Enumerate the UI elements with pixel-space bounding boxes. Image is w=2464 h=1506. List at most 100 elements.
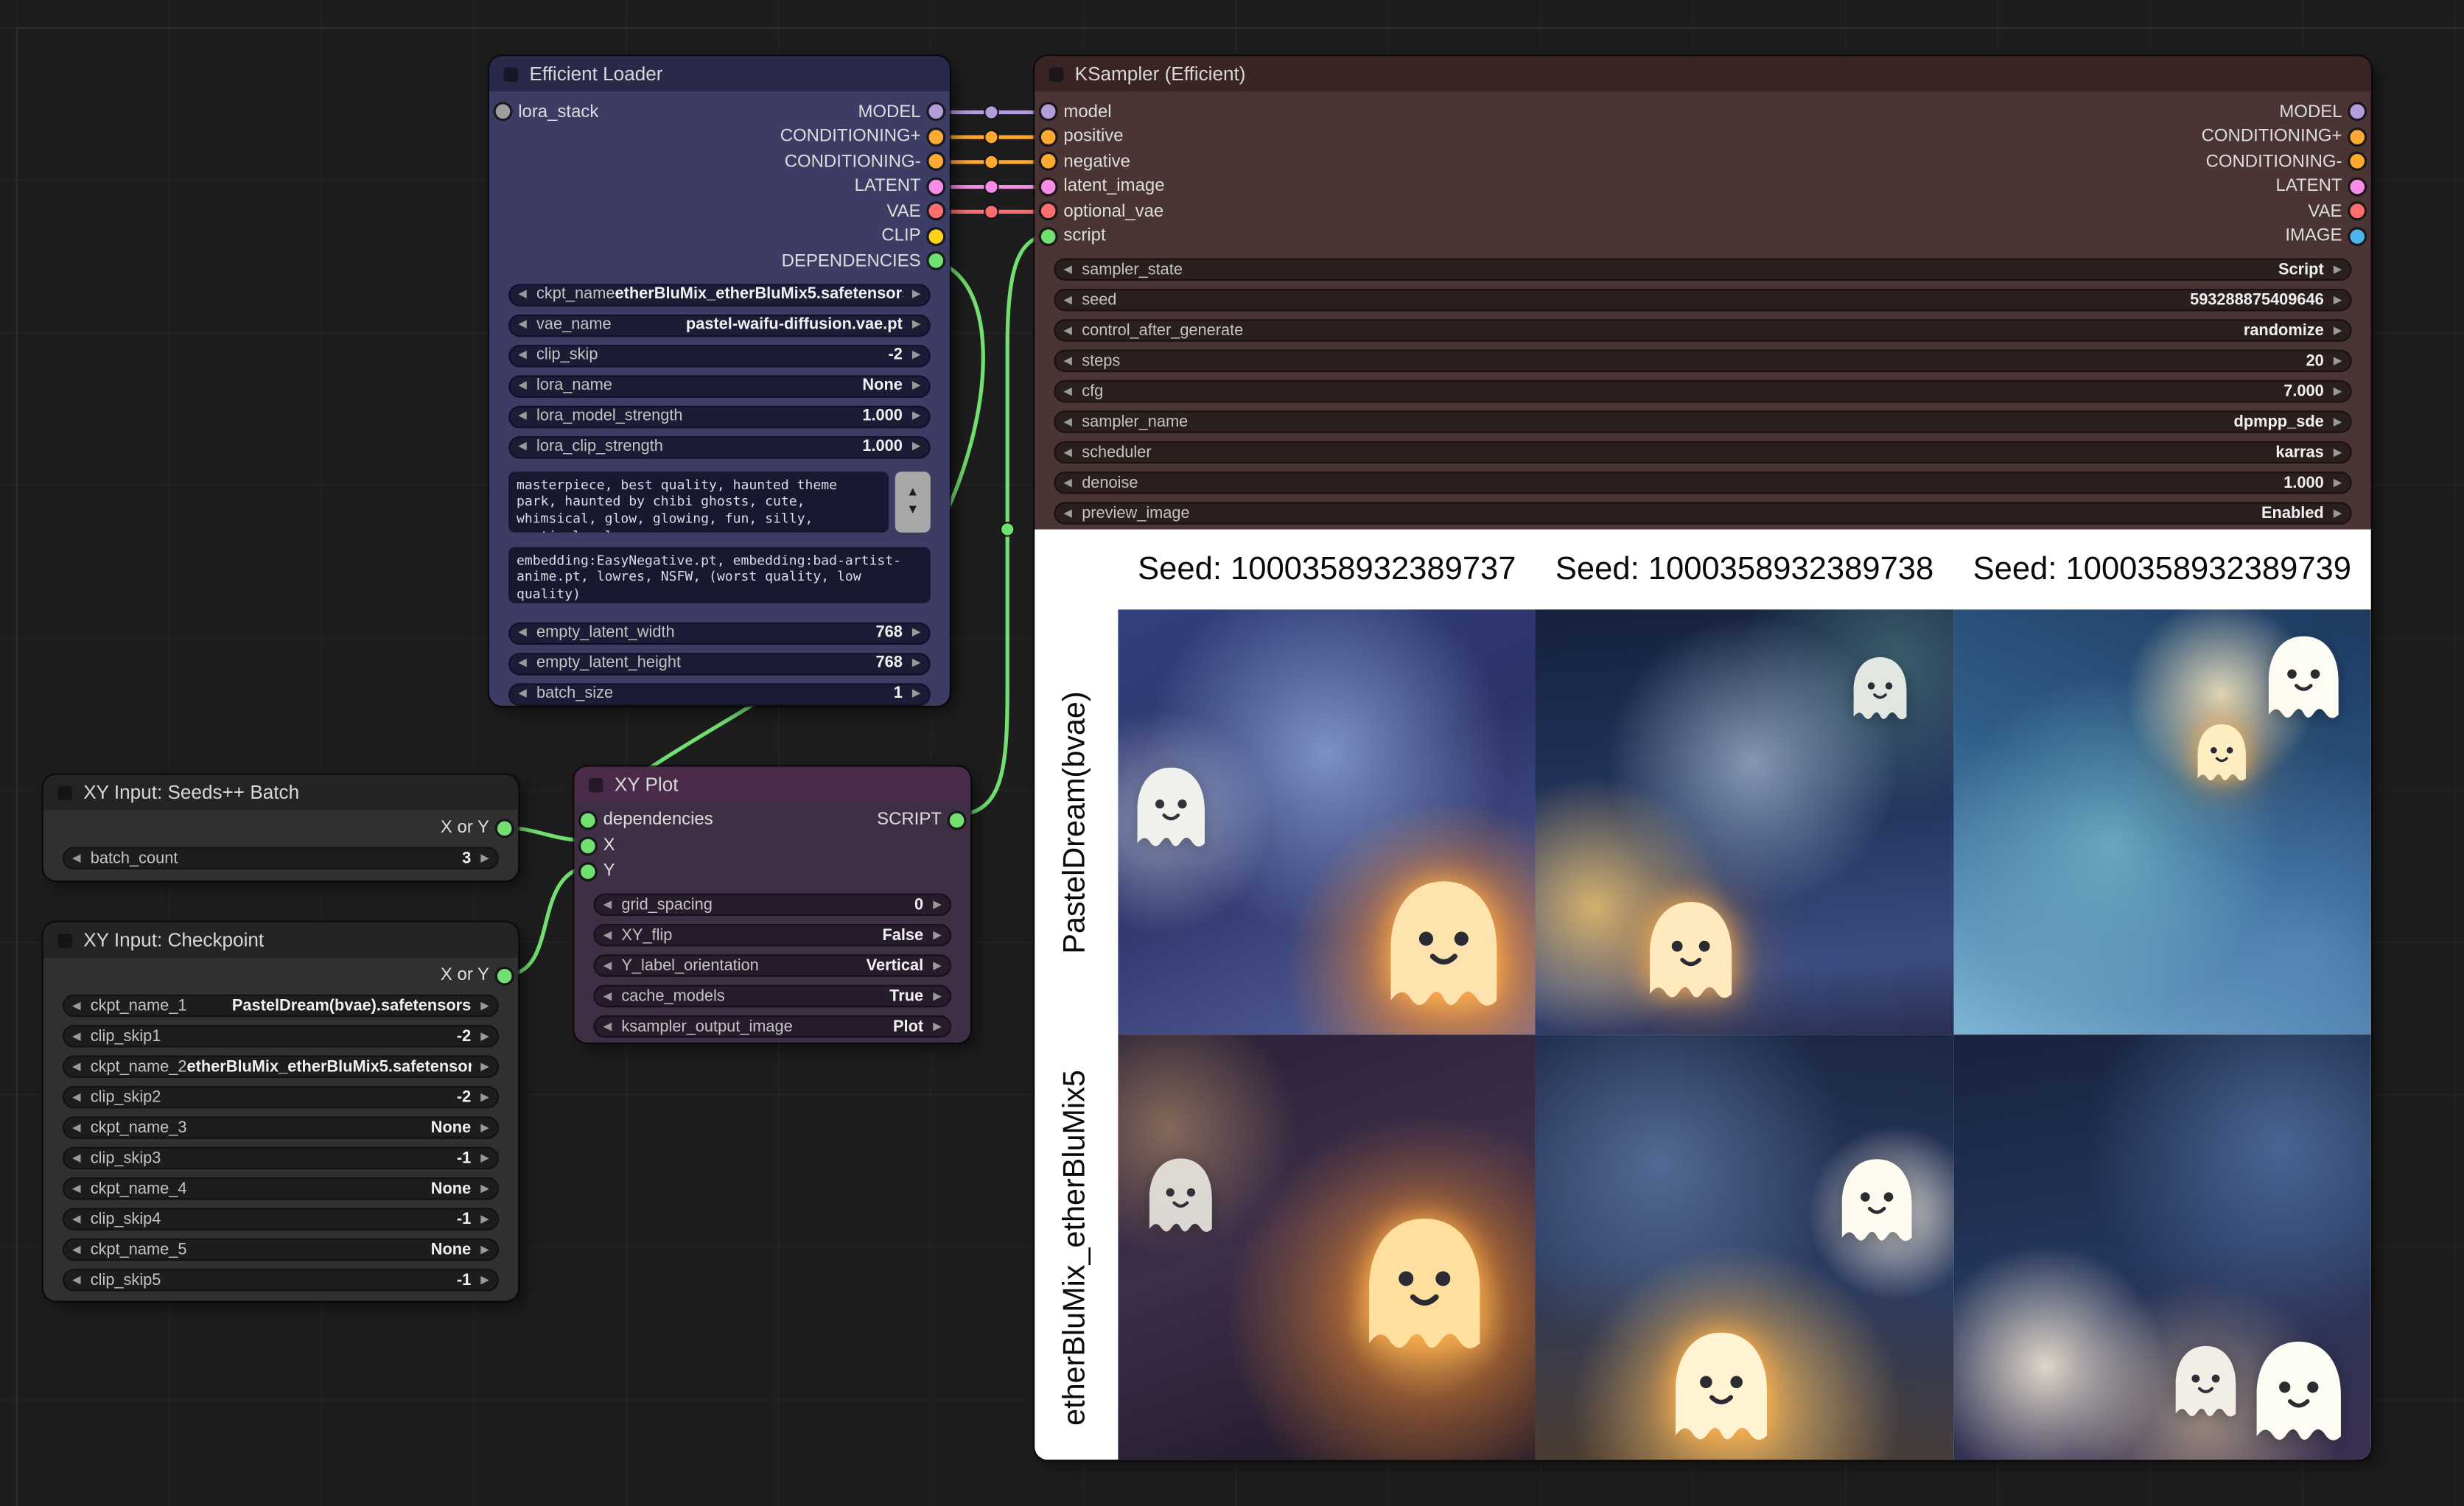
decrement-icon[interactable]: ◀ [518,441,527,452]
output-dot-icon[interactable] [2350,229,2365,244]
input-dot-icon[interactable] [581,838,595,853]
widget-grid-spacing[interactable]: ◀ grid_spacing 0 ▶ [594,894,951,916]
widget-ckpt-name-4[interactable]: ◀ ckpt_name_4 None ▶ [63,1177,499,1199]
decrement-icon[interactable]: ◀ [1063,446,1072,458]
increment-icon[interactable]: ▶ [2334,294,2342,305]
text-scroll-spinner[interactable]: ▲ ▼ [895,471,931,532]
widget-preview-image[interactable]: ◀ preview_image Enabled ▶ [1054,502,2351,524]
collapse-icon[interactable] [1049,66,1064,81]
widget-clip-skip1[interactable]: ◀ clip_skip1 -2 ▶ [63,1025,499,1047]
increment-icon[interactable]: ▶ [912,688,921,699]
output-slot-vae[interactable]: VAE [886,202,943,221]
increment-icon[interactable]: ▶ [933,930,942,941]
decrement-icon[interactable]: ◀ [603,960,612,971]
input-slot-x[interactable]: X [581,836,615,855]
output-slot-script[interactable]: SCRIPT [877,810,964,829]
widget-empty-latent-height[interactable]: ◀ empty_latent_height 768 ▶ [508,652,931,674]
decrement-icon[interactable]: ◀ [518,627,527,638]
decrement-icon[interactable]: ◀ [1063,355,1072,366]
increment-icon[interactable]: ▶ [480,1122,489,1133]
input-slot-optional-vae[interactable]: optional_vae [1041,202,1163,221]
output-dot-icon[interactable] [929,179,944,194]
decrement-icon[interactable]: ◀ [1063,294,1072,305]
widget-ckpt-name-1[interactable]: ◀ ckpt_name_1 PastelDream(bvae).safetens… [63,995,499,1017]
increment-icon[interactable]: ▶ [480,1213,489,1225]
output-slot-vae[interactable]: VAE [2308,202,2365,221]
node-header[interactable]: XY Input: Checkpoint [43,922,518,958]
widget-denoise[interactable]: ◀ denoise 1.000 ▶ [1054,472,2351,494]
input-dot-icon[interactable] [581,813,595,827]
input-dot-icon[interactable] [1041,229,1056,244]
increment-icon[interactable]: ▶ [480,1183,489,1194]
increment-icon[interactable]: ▶ [933,960,942,971]
output-dot-icon[interactable] [929,254,944,269]
increment-icon[interactable]: ▶ [480,1061,489,1072]
node-header[interactable]: Efficient Loader [489,56,950,91]
collapse-icon[interactable] [57,785,72,800]
widget-clip-skip5[interactable]: ◀ clip_skip5 -1 ▶ [63,1269,499,1291]
increment-icon[interactable]: ▶ [933,899,942,910]
decrement-icon[interactable]: ◀ [1063,477,1072,488]
increment-icon[interactable]: ▶ [933,990,942,1001]
decrement-icon[interactable]: ◀ [72,852,81,864]
increment-icon[interactable]: ▶ [933,1021,942,1032]
output-slot-model[interactable]: MODEL [2279,102,2365,122]
increment-icon[interactable]: ▶ [2334,355,2342,366]
output-slot-clip[interactable]: CLIP [881,227,943,246]
increment-icon[interactable]: ▶ [2334,416,2342,427]
increment-icon[interactable]: ▶ [2334,508,2342,519]
decrement-icon[interactable]: ◀ [72,1213,81,1225]
increment-icon[interactable]: ▶ [2334,477,2342,488]
increment-icon[interactable]: ▶ [480,1152,489,1163]
decrement-icon[interactable]: ◀ [72,1061,81,1072]
scroll-down-icon[interactable]: ▼ [906,504,919,516]
input-dot-icon[interactable] [1041,130,1056,144]
output-slot-model[interactable]: MODEL [858,102,943,122]
widget-empty-latent-width[interactable]: ◀ empty_latent_width 768 ▶ [508,622,931,644]
input-dot-icon[interactable] [1041,179,1056,194]
output-slot-conditioning-minus[interactable]: CONDITIONING- [785,152,943,171]
increment-icon[interactable]: ▶ [2334,264,2342,275]
input-slot-negative[interactable]: negative [1041,152,1130,171]
widget-cfg[interactable]: ◀ cfg 7.000 ▶ [1054,380,2351,402]
increment-icon[interactable]: ▶ [480,1275,489,1286]
node-header[interactable]: KSampler (Efficient) [1035,56,2371,91]
node-graph-canvas[interactable]: Efficient Loader lora_stack MODEL CONDIT… [0,0,2464,1506]
widget-scheduler[interactable]: ◀ scheduler karras ▶ [1054,441,2351,463]
widget-vae-name[interactable]: ◀ vae_name pastel-waifu-diffusion.vae.pt… [508,314,931,336]
increment-icon[interactable]: ▶ [912,319,921,330]
output-dot-icon[interactable] [929,105,944,119]
widget-clip-skip3[interactable]: ◀ clip_skip3 -1 ▶ [63,1147,499,1169]
increment-icon[interactable]: ▶ [912,289,921,300]
output-slot-conditioning-plus[interactable]: CONDITIONING+ [2202,127,2365,147]
widget-ckpt-name-2[interactable]: ◀ ckpt_name_2 etherBluMix_etherBluMix5.s… [63,1056,499,1078]
input-slot-dependencies[interactable]: dependencies [581,810,713,829]
decrement-icon[interactable]: ◀ [518,319,527,330]
output-dot-icon[interactable] [2350,204,2365,219]
increment-icon[interactable]: ▶ [480,1092,489,1103]
decrement-icon[interactable]: ◀ [518,289,527,300]
decrement-icon[interactable]: ◀ [518,410,527,421]
widget-seed[interactable]: ◀ seed 593288875409646 ▶ [1054,289,2351,311]
widget-ckpt-name-3[interactable]: ◀ ckpt_name_3 None ▶ [63,1116,499,1138]
decrement-icon[interactable]: ◀ [1063,416,1072,427]
output-dot-icon[interactable] [497,821,512,836]
widget-ckpt-name-5[interactable]: ◀ ckpt_name_5 None ▶ [63,1239,499,1261]
output-dot-icon[interactable] [929,130,944,144]
scroll-up-icon[interactable]: ▲ [906,486,919,499]
output-slot-conditioning-plus[interactable]: CONDITIONING+ [780,127,943,147]
widget-lora-name[interactable]: ◀ lora_name None ▶ [508,374,931,396]
decrement-icon[interactable]: ◀ [1063,264,1072,275]
decrement-icon[interactable]: ◀ [1063,325,1072,336]
output-slot-dependencies[interactable]: DEPENDENCIES [782,251,943,270]
widget-clip-skip2[interactable]: ◀ clip_skip2 -2 ▶ [63,1086,499,1108]
input-slot-positive[interactable]: positive [1041,127,1124,147]
widget-batch-size[interactable]: ◀ batch_size 1 ▶ [508,682,931,704]
widget-ksampler-output-image[interactable]: ◀ ksampler_output_image Plot ▶ [594,1015,951,1037]
increment-icon[interactable]: ▶ [480,1244,489,1255]
output-dot-icon[interactable] [2350,105,2365,119]
collapse-icon[interactable] [589,777,603,792]
widget-lora-clip-strength[interactable]: ◀ lora_clip_strength 1.000 ▶ [508,435,931,458]
decrement-icon[interactable]: ◀ [603,899,612,910]
increment-icon[interactable]: ▶ [912,441,921,452]
